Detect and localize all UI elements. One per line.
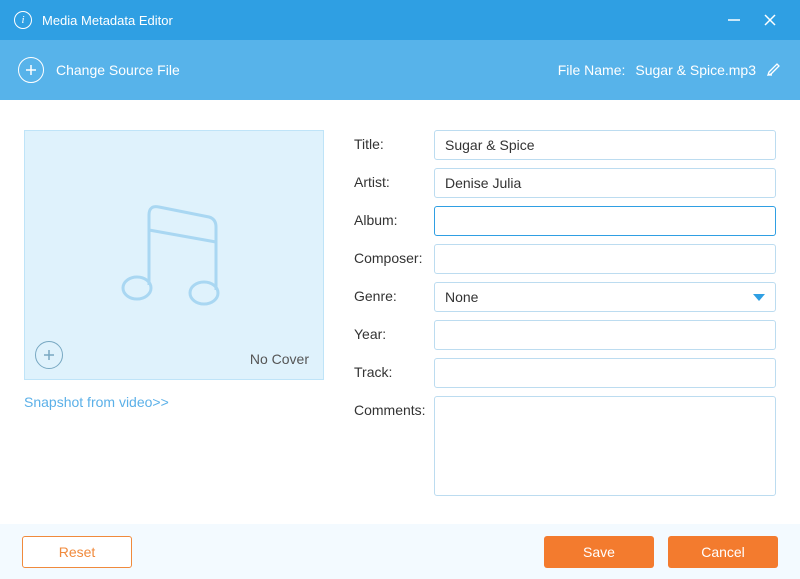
- minimize-button[interactable]: [716, 0, 752, 40]
- composer-input[interactable]: [434, 244, 776, 274]
- save-button[interactable]: Save: [544, 536, 654, 568]
- album-label: Album:: [354, 206, 434, 228]
- year-label: Year:: [354, 320, 434, 342]
- close-button[interactable]: [752, 0, 788, 40]
- footer: Reset Save Cancel: [0, 524, 800, 579]
- titlebar: i Media Metadata Editor: [0, 0, 800, 40]
- plus-icon: [18, 57, 44, 83]
- track-row: Track:: [354, 358, 776, 388]
- artist-row: Artist:: [354, 168, 776, 198]
- composer-label: Composer:: [354, 244, 434, 266]
- filename-area: File Name: Sugar & Spice.mp3: [558, 61, 782, 80]
- form-column: Title: Artist: Album: Composer: Genre: N…: [354, 130, 776, 514]
- track-input[interactable]: [434, 358, 776, 388]
- comments-input[interactable]: [434, 396, 776, 496]
- cover-column: No Cover Snapshot from video>>: [24, 130, 324, 514]
- composer-row: Composer:: [354, 244, 776, 274]
- chevron-down-icon: [753, 294, 765, 301]
- title-input[interactable]: [434, 130, 776, 160]
- filename-label: File Name:: [558, 62, 626, 78]
- snapshot-from-video-link[interactable]: Snapshot from video>>: [24, 394, 169, 410]
- change-source-label: Change Source File: [56, 62, 180, 78]
- no-cover-label: No Cover: [250, 351, 309, 367]
- artist-label: Artist:: [354, 168, 434, 190]
- cancel-button[interactable]: Cancel: [668, 536, 778, 568]
- genre-select[interactable]: None: [434, 282, 776, 312]
- change-source-button[interactable]: Change Source File: [18, 57, 180, 83]
- year-input[interactable]: [434, 320, 776, 350]
- comments-row: Comments:: [354, 396, 776, 496]
- artist-input[interactable]: [434, 168, 776, 198]
- add-cover-button[interactable]: [35, 341, 63, 369]
- title-row: Title:: [354, 130, 776, 160]
- content: No Cover Snapshot from video>> Title: Ar…: [0, 100, 800, 524]
- album-input[interactable]: [434, 206, 776, 236]
- app-title: Media Metadata Editor: [42, 13, 716, 28]
- genre-value: None: [445, 289, 478, 305]
- reset-button[interactable]: Reset: [22, 536, 132, 568]
- music-note-icon: [104, 185, 244, 325]
- comments-label: Comments:: [354, 396, 434, 418]
- year-row: Year:: [354, 320, 776, 350]
- toolbar: Change Source File File Name: Sugar & Sp…: [0, 40, 800, 100]
- genre-label: Genre:: [354, 282, 434, 304]
- filename-value: Sugar & Spice.mp3: [635, 62, 756, 78]
- info-icon: i: [14, 11, 32, 29]
- album-row: Album:: [354, 206, 776, 236]
- genre-row: Genre: None: [354, 282, 776, 312]
- edit-filename-button[interactable]: [766, 61, 782, 80]
- cover-art-box: No Cover: [24, 130, 324, 380]
- title-label: Title:: [354, 130, 434, 152]
- track-label: Track:: [354, 358, 434, 380]
